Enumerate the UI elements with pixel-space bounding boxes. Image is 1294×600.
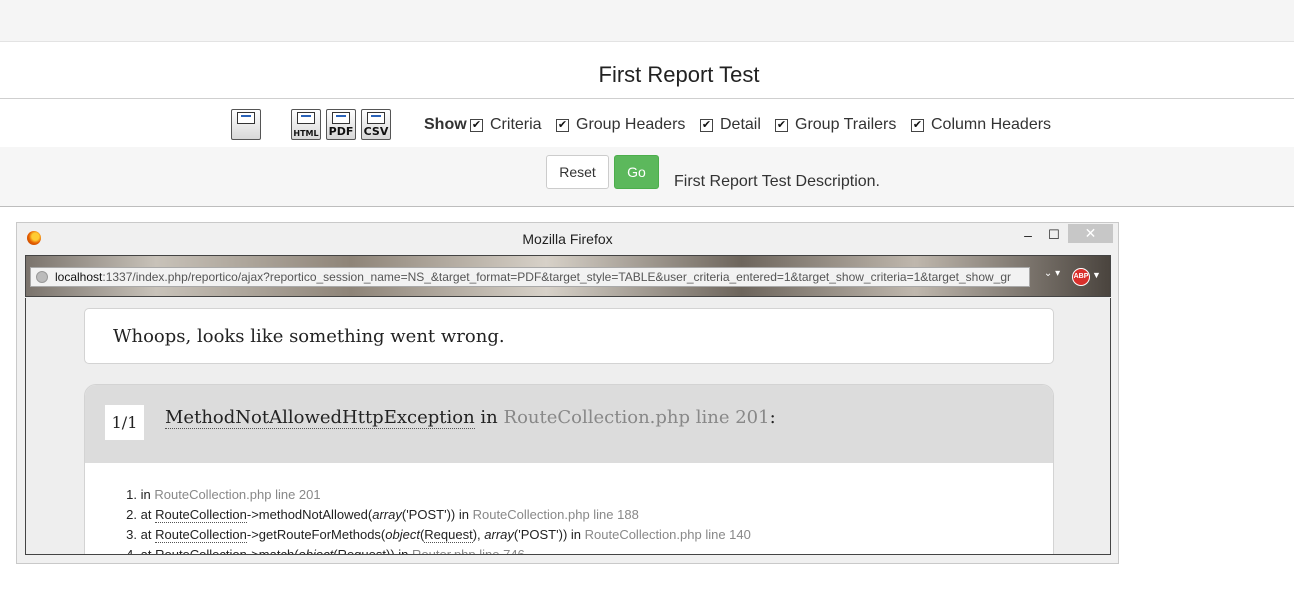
html-icon[interactable]: HTML <box>291 109 321 140</box>
action-row: Reset Go First Report Test Description. <box>0 147 1294 207</box>
trace-number: 1. <box>126 487 137 502</box>
group-headers-checkbox[interactable]: ✔ <box>556 119 569 132</box>
page-content: Whoops, looks like something went wrong.… <box>25 298 1111 555</box>
trace-text: in <box>140 487 151 502</box>
firefox-popup-window: Mozilla Firefox – ☐ ✕ localhost:1337/ind… <box>16 222 1119 564</box>
exception-header: 1/1 MethodNotAllowedHttpException in Rou… <box>85 385 1053 463</box>
trace-call: ->getRouteForMethods( <box>246 527 386 542</box>
trace-file: RouteCollection.php line 201 <box>154 487 321 502</box>
close-button[interactable]: ✕ <box>1068 224 1113 243</box>
trace-arg-type: array <box>372 507 402 522</box>
column-headers-label: Column Headers <box>931 116 1052 133</box>
pdf-icon[interactable]: PDF <box>326 109 356 140</box>
column-headers-checkbox[interactable]: ✔ <box>911 119 924 132</box>
exception-location: RouteCollection.php line 201 <box>503 407 770 428</box>
trace-line: 4. at RouteCollection->match(object(Requ… <box>115 545 1035 555</box>
maximize-button[interactable]: ☐ <box>1046 227 1062 243</box>
trace-line: 1. in RouteCollection.php line 201 <box>115 485 1035 505</box>
trace-file: Router.php line 746 <box>412 547 525 555</box>
trace-arg-class: Request <box>424 527 473 543</box>
exception-count: 1/1 <box>105 405 144 440</box>
group-headers-label: Group Headers <box>576 116 686 133</box>
window-titlebar[interactable]: Mozilla Firefox – ☐ ✕ <box>17 223 1118 253</box>
trace-file: RouteCollection.php line 188 <box>472 507 639 522</box>
trace-at: at <box>140 527 152 542</box>
adblock-plus-icon[interactable]: ABP <box>1072 268 1090 286</box>
minimize-button[interactable]: – <box>1020 227 1036 243</box>
trace-call: ->match( <box>246 547 299 555</box>
url-path: :1337/index.php/reportico/ajax?reportico… <box>102 270 1012 284</box>
pdf-glyph <box>332 112 350 124</box>
title-row: First Report Test <box>0 42 1294 99</box>
exception-name: MethodNotAllowedHttpException <box>165 407 475 429</box>
trace-close: ) in <box>450 507 469 522</box>
page-title: First Report Test <box>598 62 760 87</box>
trace-number: 2. <box>126 507 137 522</box>
trace-file: RouteCollection.php line 140 <box>584 527 751 542</box>
trace-close: ) in <box>562 527 581 542</box>
trace-call: ->methodNotAllowed( <box>246 507 373 522</box>
print-icon[interactable] <box>231 109 261 140</box>
csv-icon[interactable]: CSV <box>361 109 391 140</box>
top-bar <box>0 0 1294 42</box>
report-description: First Report Test Description. <box>674 173 880 190</box>
detail-label: Detail <box>720 116 761 133</box>
group-trailers-label: Group Trailers <box>795 116 897 133</box>
trace-arg2-type: array <box>484 527 514 542</box>
trace-class: RouteCollection <box>155 507 247 523</box>
trace-line: 2. at RouteCollection->methodNotAllowed(… <box>115 505 1035 525</box>
html-glyph <box>297 112 315 124</box>
group-trailers-checkbox[interactable]: ✔ <box>775 119 788 132</box>
trace-line: 3. at RouteCollection->getRouteForMethod… <box>115 525 1035 545</box>
trace-arg: ('POST') <box>401 507 451 522</box>
criteria-label: Criteria <box>490 116 542 133</box>
trace-arg2: ('POST') <box>513 527 563 542</box>
globe-icon <box>36 271 48 283</box>
trace-arg-type: object <box>385 527 420 542</box>
url-text: localhost:1337/index.php/reportico/ajax?… <box>55 268 1011 286</box>
show-label: Show <box>424 116 467 133</box>
exception-suffix: : <box>769 407 776 428</box>
trace-arg-type: object <box>298 547 334 555</box>
reset-button[interactable]: Reset <box>546 155 609 189</box>
window-title: Mozilla Firefox <box>522 231 613 247</box>
error-heading: Whoops, looks like something went wrong. <box>113 326 505 347</box>
detail-checkbox[interactable]: ✔ <box>700 119 713 132</box>
csv-glyph <box>367 112 385 124</box>
exception-panel: 1/1 MethodNotAllowedHttpException in Rou… <box>84 384 1054 555</box>
pdf-icon-label: PDF <box>328 125 354 138</box>
menu-dropdown-icon[interactable]: ⌄ ▾ <box>1042 268 1062 286</box>
chevron-down-icon[interactable]: ▼ <box>1092 270 1101 280</box>
url-host: localhost <box>55 270 103 284</box>
trace-number: 3. <box>126 527 137 542</box>
navigation-bar: localhost:1337/index.php/reportico/ajax?… <box>25 255 1111 297</box>
trace-at: at <box>140 547 152 555</box>
trace-number: 4. <box>126 547 137 555</box>
trace-at: at <box>140 507 152 522</box>
trace-arg-class: Request <box>337 547 386 554</box>
go-button[interactable]: Go <box>614 155 659 189</box>
print-glyph <box>237 112 255 124</box>
url-field[interactable]: localhost:1337/index.php/reportico/ajax?… <box>30 267 1030 287</box>
exception-title: MethodNotAllowedHttpException in RouteCo… <box>165 407 776 429</box>
stack-trace: 1. in RouteCollection.php line 201 2. at… <box>115 485 1035 555</box>
criteria-checkbox[interactable]: ✔ <box>470 119 483 132</box>
trace-class: RouteCollection <box>155 547 247 554</box>
trace-class: RouteCollection <box>155 527 247 543</box>
error-banner: Whoops, looks like something went wrong. <box>84 308 1054 364</box>
csv-icon-label: CSV <box>363 125 389 138</box>
exception-in: in <box>480 407 498 428</box>
html-icon-label: HTML <box>293 129 319 138</box>
output-toolbar: HTML PDF CSV Show ✔ Criteria ✔ Group Hea… <box>0 99 1294 147</box>
trace-close: ) in <box>390 547 409 555</box>
